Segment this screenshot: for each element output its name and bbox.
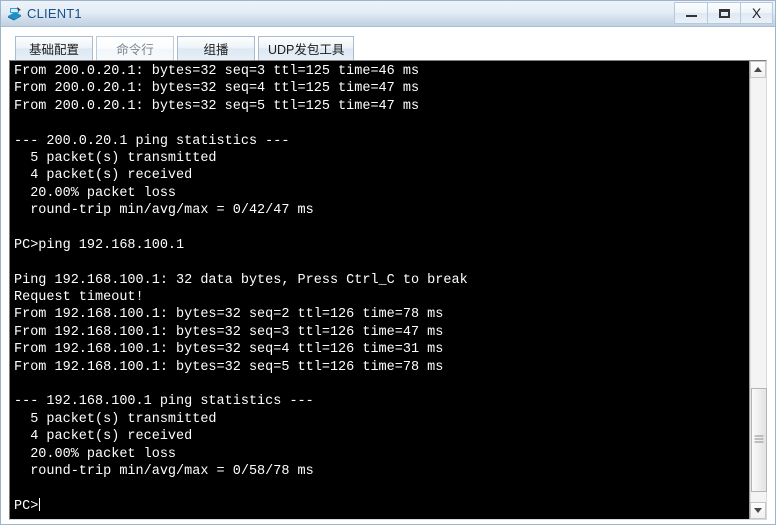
scroll-down-button[interactable] — [750, 502, 766, 519]
title-bar[interactable]: CLIENT1 X — [1, 1, 775, 27]
tab-multicast[interactable]: 组播 — [177, 36, 255, 60]
close-icon: X — [751, 5, 762, 21]
terminal-line: round-trip min/avg/max = 0/42/47 ms — [14, 203, 314, 219]
scrollbar-thumb[interactable] — [751, 388, 767, 492]
terminal-output[interactable]: From 200.0.20.1: bytes=32 seq=3 ttl=125 … — [10, 61, 749, 519]
terminal-line: From 192.168.100.1: bytes=32 seq=5 ttl=1… — [14, 359, 444, 375]
terminal-line: From 192.168.100.1: bytes=32 seq=4 ttl=1… — [14, 342, 444, 358]
terminal-panel[interactable]: From 200.0.20.1: bytes=32 seq=3 ttl=125 … — [9, 60, 767, 520]
tab-bar: 基础配置 命令行 组播 UDP发包工具 — [1, 27, 775, 60]
minimize-button[interactable] — [674, 2, 707, 24]
terminal-line: round-trip min/avg/max = 0/58/78 ms — [14, 463, 314, 479]
terminal-line: 5 packet(s) transmitted — [14, 150, 217, 166]
terminal-line: 4 packet(s) received — [14, 168, 193, 184]
tab-label: 基础配置 — [28, 43, 79, 57]
terminal-prompt-line[interactable]: PC> — [14, 497, 749, 515]
close-button[interactable]: X — [740, 2, 773, 24]
scrollbar-track[interactable] — [750, 78, 767, 502]
terminal-line: 20.00% packet loss — [14, 185, 177, 201]
terminal-line: From 200.0.20.1: bytes=32 seq=4 ttl=125 … — [14, 81, 420, 97]
terminal-line: From 200.0.20.1: bytes=32 seq=5 ttl=125 … — [14, 98, 420, 114]
terminal-scrollbar[interactable] — [749, 61, 767, 519]
tab-label: UDP发包工具 — [268, 43, 345, 57]
maximize-icon — [718, 8, 730, 18]
tab-udp-packet-tool[interactable]: UDP发包工具 — [258, 36, 355, 60]
pc-client-icon — [6, 5, 23, 22]
tab-basic-config[interactable]: 基础配置 — [15, 36, 93, 60]
terminal-line: 4 packet(s) received — [14, 429, 193, 445]
client1-window: CLIENT1 X 基础配置 命令行 组播 UDP发包工具 From 200.0… — [0, 0, 776, 525]
terminal-line: From 192.168.100.1: bytes=32 seq=3 ttl=1… — [14, 324, 444, 340]
tab-command-line[interactable]: 命令行 — [96, 36, 174, 60]
terminal-line: PC>ping 192.168.100.1 — [14, 237, 185, 253]
terminal-line: 5 packet(s) transmitted — [14, 411, 217, 427]
tab-label: 组播 — [203, 43, 229, 57]
terminal-line: Ping 192.168.100.1: 32 data bytes, Press… — [14, 272, 468, 288]
scroll-up-icon — [754, 67, 762, 72]
scroll-down-icon — [754, 508, 762, 513]
terminal-line: From 200.0.20.1: bytes=32 seq=3 ttl=125 … — [14, 64, 420, 79]
window-controls: X — [674, 2, 773, 24]
window-title: CLIENT1 — [27, 6, 82, 21]
terminal-prompt: PC> — [14, 498, 39, 514]
tab-label: 命令行 — [116, 43, 154, 57]
terminal-line: --- 200.0.20.1 ping statistics --- — [14, 133, 290, 149]
terminal-line: From 192.168.100.1: bytes=32 seq=2 ttl=1… — [14, 307, 444, 323]
terminal-line: Request timeout! — [14, 290, 144, 306]
scrollbar-grip-icon — [754, 435, 764, 445]
terminal-line: --- 192.168.100.1 ping statistics --- — [14, 394, 314, 410]
maximize-button[interactable] — [707, 2, 740, 24]
terminal-line: 20.00% packet loss — [14, 446, 177, 462]
minimize-icon — [685, 15, 697, 17]
text-cursor — [39, 497, 41, 511]
scroll-up-button[interactable] — [750, 61, 766, 78]
